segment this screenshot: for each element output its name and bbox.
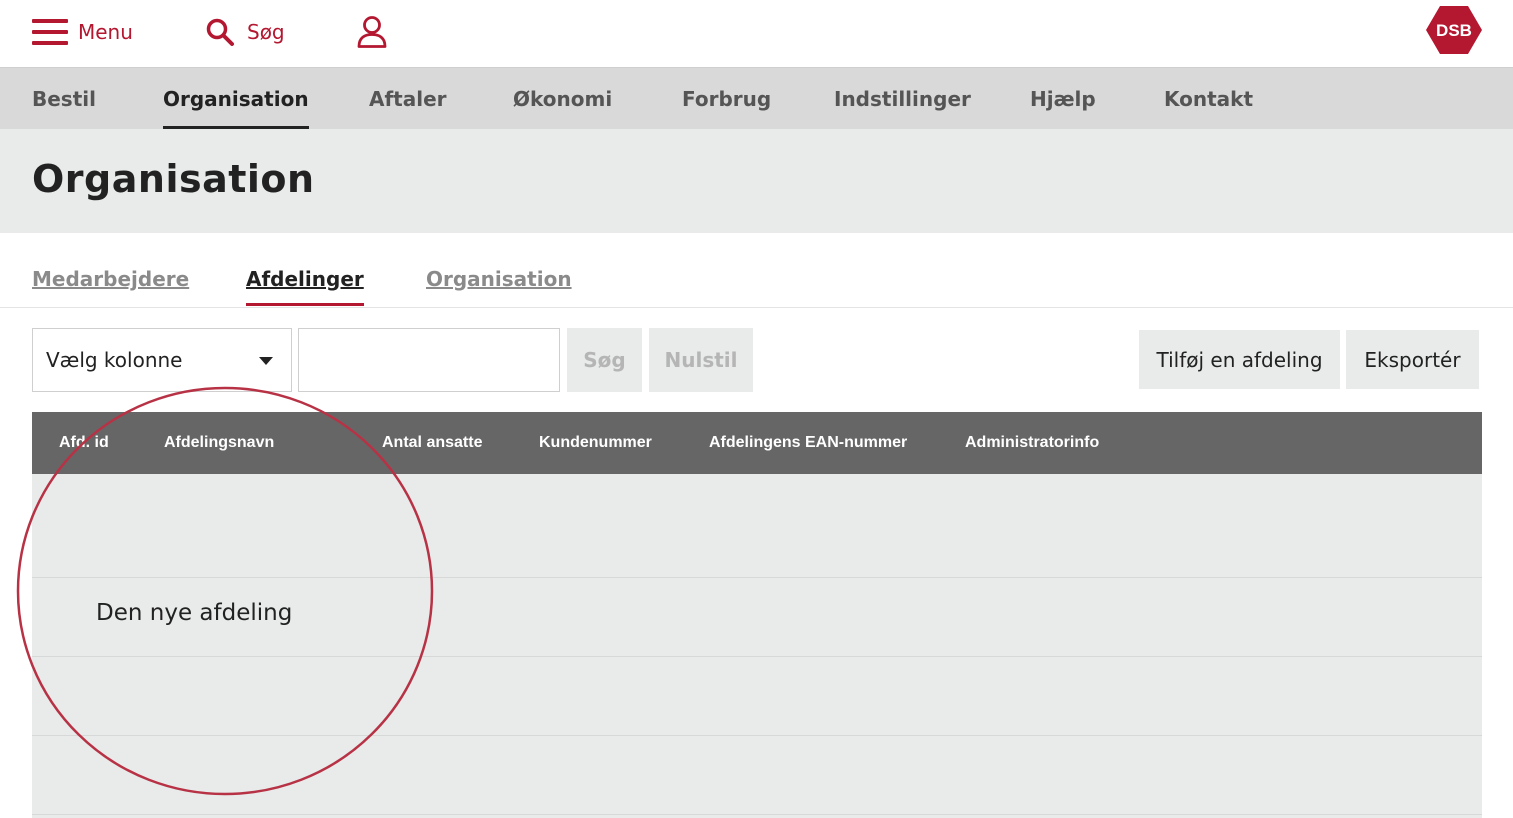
search-input[interactable] bbox=[298, 328, 560, 392]
reset-button[interactable]: Nulstil bbox=[649, 328, 753, 392]
export-button[interactable]: Eksportér bbox=[1346, 330, 1479, 389]
table-row[interactable] bbox=[32, 474, 1482, 578]
main-navigation: Bestil Organisation Aftaler Økonomi Forb… bbox=[0, 67, 1513, 129]
column-header-kundenummer[interactable]: Kundenummer bbox=[539, 412, 652, 474]
user-icon bbox=[357, 16, 387, 48]
search-label: Søg bbox=[247, 20, 285, 44]
column-header-administratorinfo[interactable]: Administratorinfo bbox=[965, 412, 1099, 474]
column-select[interactable]: Vælg kolonne bbox=[32, 328, 292, 392]
user-account-button[interactable] bbox=[356, 14, 388, 50]
tab-medarbejdere[interactable]: Medarbejdere bbox=[32, 267, 189, 291]
sub-tabs: Medarbejdere Afdelinger Organisation bbox=[0, 233, 1513, 308]
column-select-value: Vælg kolonne bbox=[46, 348, 183, 372]
column-header-antal-ansatte[interactable]: Antal ansatte bbox=[382, 412, 482, 474]
nav-item-forbrug[interactable]: Forbrug bbox=[682, 68, 771, 129]
nav-item-okonomi[interactable]: Økonomi bbox=[513, 68, 612, 129]
column-header-ean-nummer[interactable]: Afdelingens EAN-nummer bbox=[709, 412, 907, 474]
page-title: Organisation bbox=[32, 157, 315, 201]
department-name-cell: Den nye afdeling bbox=[96, 600, 293, 626]
logo-text: DSB bbox=[1436, 21, 1472, 40]
nav-item-bestil[interactable]: Bestil bbox=[32, 68, 96, 129]
search-submit-button[interactable]: Søg bbox=[567, 328, 642, 392]
hamburger-icon bbox=[32, 19, 68, 45]
tab-afdelinger[interactable]: Afdelinger bbox=[246, 267, 364, 306]
nav-item-kontakt[interactable]: Kontakt bbox=[1164, 68, 1253, 129]
column-header-afdelingsnavn[interactable]: Afdelingsnavn bbox=[164, 412, 274, 474]
column-header-afd-id[interactable]: Afd. id bbox=[59, 412, 109, 474]
table-row[interactable] bbox=[32, 736, 1482, 815]
nav-item-aftaler[interactable]: Aftaler bbox=[369, 68, 447, 129]
table-row[interactable] bbox=[32, 657, 1482, 736]
table-header: Afd. id Afdelingsnavn Antal ansatte Kund… bbox=[32, 412, 1482, 474]
dsb-logo[interactable]: DSB bbox=[1425, 5, 1483, 55]
nav-item-hjaelp[interactable]: Hjælp bbox=[1030, 68, 1096, 129]
table-row[interactable]: Den nye afdeling bbox=[32, 578, 1482, 657]
departments-table: Afd. id Afdelingsnavn Antal ansatte Kund… bbox=[32, 412, 1482, 818]
tab-organisation[interactable]: Organisation bbox=[426, 267, 572, 291]
top-bar: Menu Søg DSB bbox=[0, 0, 1513, 67]
add-department-button[interactable]: Tilføj en afdeling bbox=[1139, 330, 1340, 389]
nav-item-indstillinger[interactable]: Indstillinger bbox=[834, 68, 971, 129]
page-header: Organisation bbox=[0, 129, 1513, 233]
search-icon bbox=[206, 18, 234, 46]
caret-down-icon bbox=[259, 357, 273, 365]
nav-item-organisation[interactable]: Organisation bbox=[163, 68, 309, 129]
menu-button[interactable]: Menu bbox=[32, 14, 133, 50]
search-button[interactable]: Søg bbox=[205, 14, 285, 50]
menu-label: Menu bbox=[78, 20, 133, 44]
